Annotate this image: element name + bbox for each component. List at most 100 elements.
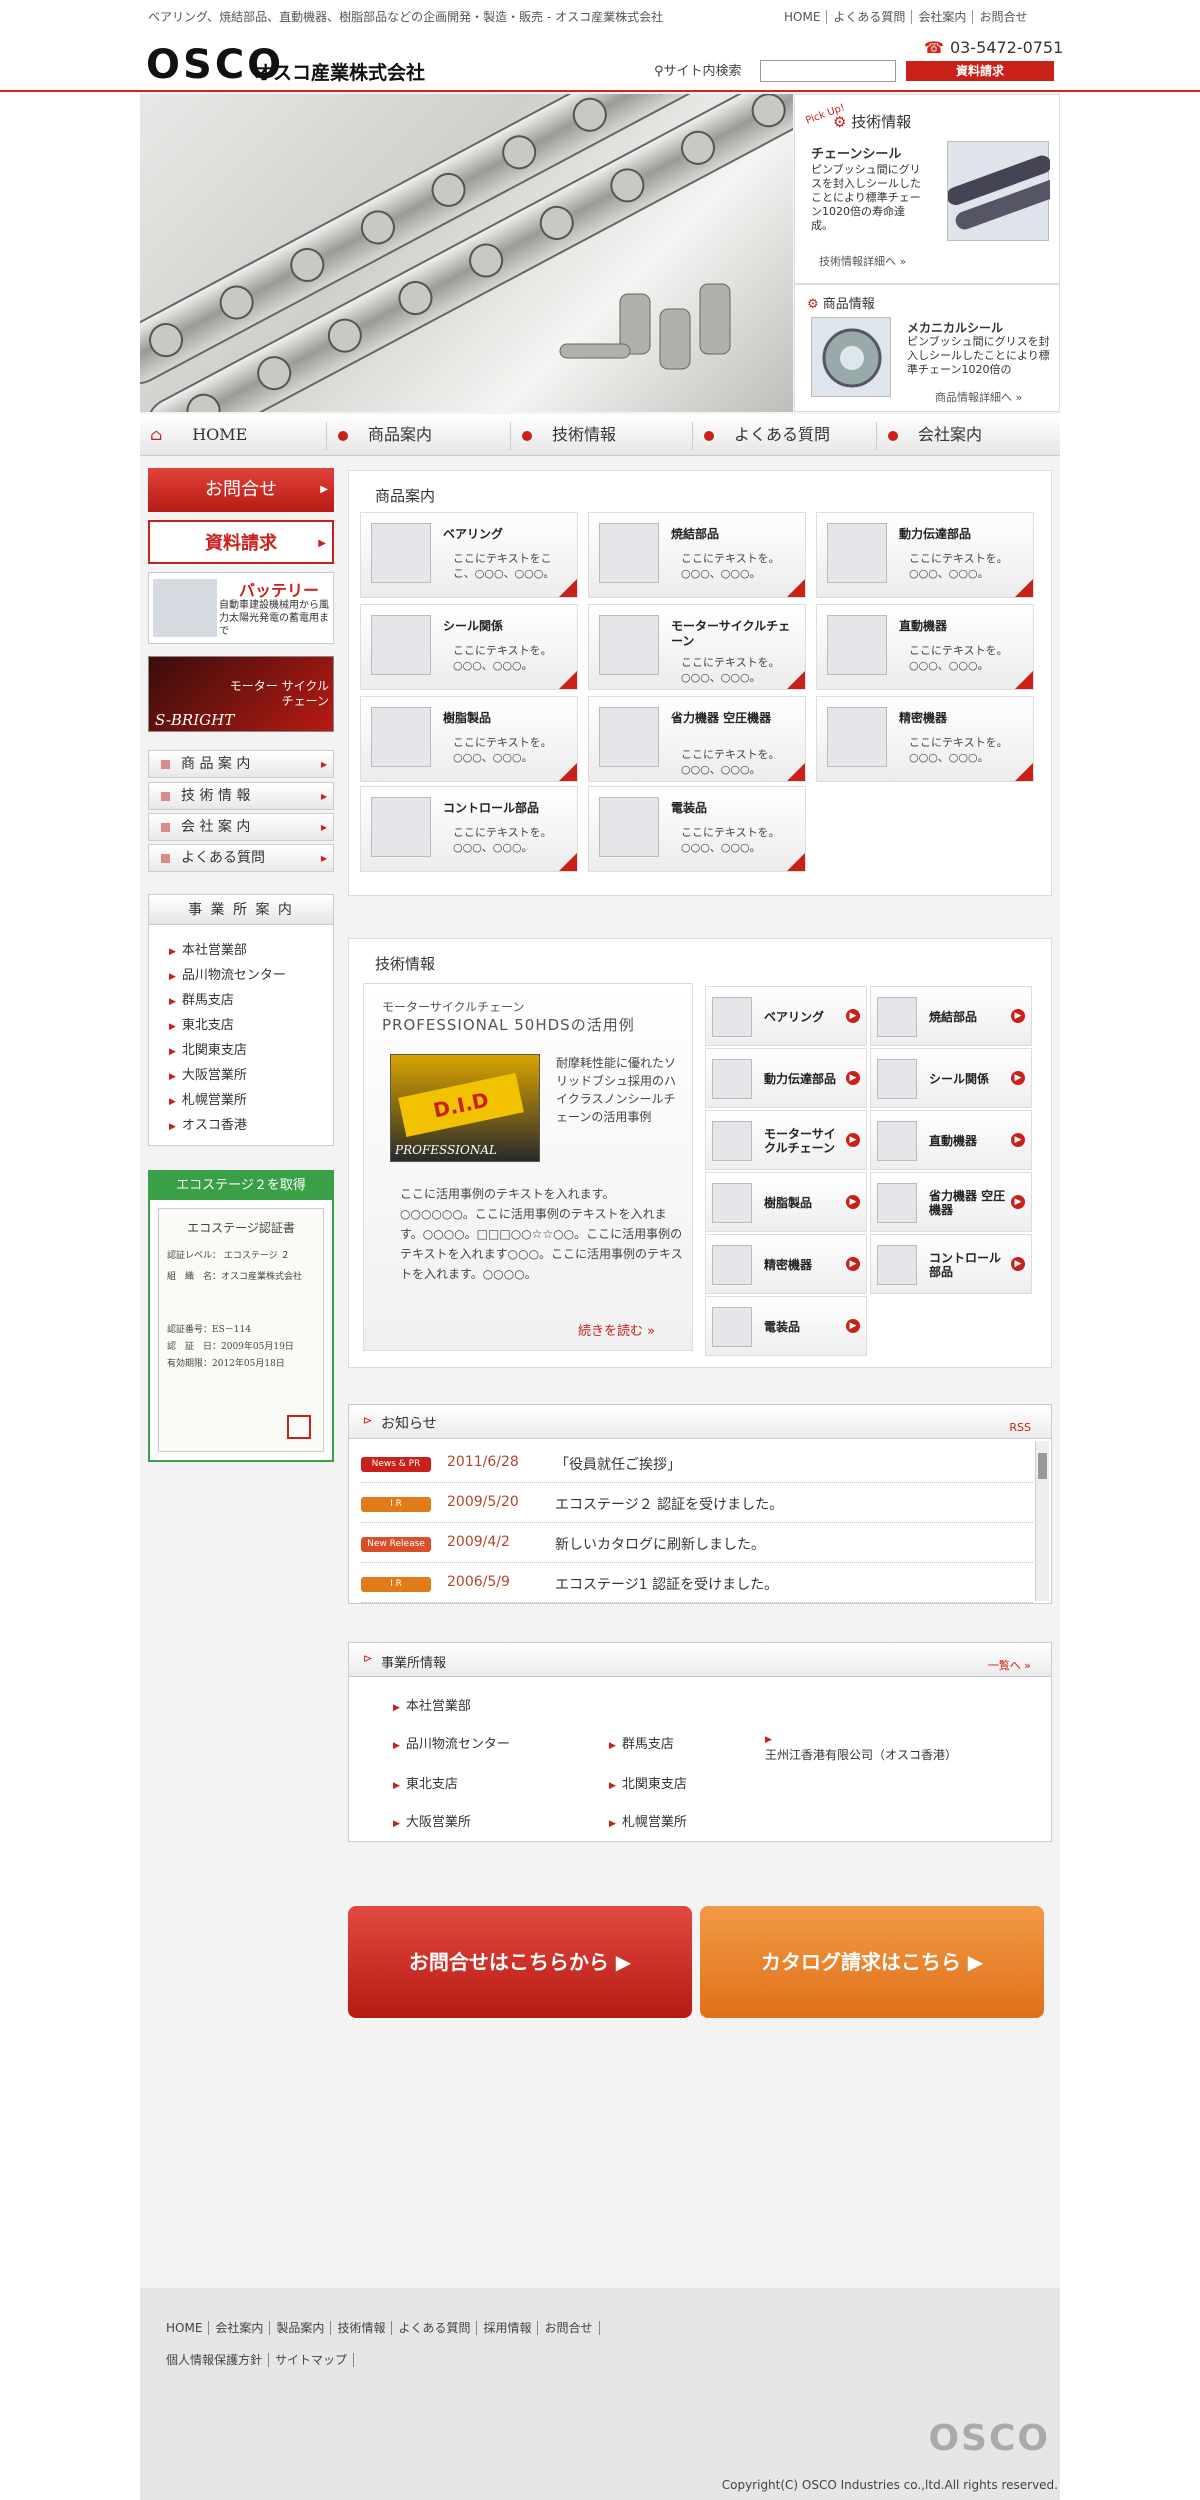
sidebar-contact-button[interactable]: お問合せ ▶ — [148, 468, 334, 512]
news-text[interactable]: 新しいカタログに刷新しました。 — [555, 1534, 765, 1554]
tech-thumbnail — [712, 1059, 752, 1099]
sidebar-office-link[interactable]: 大阪営業所 — [169, 1064, 247, 1083]
sidebar-office-link[interactable]: 北関東支店 — [169, 1039, 247, 1058]
sbright-chain-banner[interactable]: モーター サイクルチェーン S-BRIGHT — [148, 656, 334, 732]
product-tile[interactable]: コントロール部品 ここにテキストを。○○○、○○○。 — [360, 786, 578, 872]
tech-tile[interactable]: 精密機器 ▶ — [705, 1234, 867, 1294]
sidebar-office-link[interactable]: オスコ香港 — [169, 1114, 247, 1133]
tech-feature-sub: モーターサイクルチェーン — [382, 1000, 525, 1014]
mechanical-seal-icon — [822, 328, 882, 388]
sidebar-office-link[interactable]: 品川物流センター — [169, 964, 286, 983]
news-scrollbar[interactable] — [1035, 1441, 1049, 1601]
tech-tile[interactable]: 動力伝達部品 ▶ — [705, 1048, 867, 1108]
nav-tech[interactable]: 技術情報 — [522, 414, 616, 456]
tech-tile[interactable]: 省力機器 空圧機器 ▶ — [870, 1172, 1032, 1232]
news-row[interactable]: News & PR 2011/6/28 「役員就任ご挨拶」 — [361, 1445, 1033, 1483]
news-row[interactable]: I R 2006/5/9 エコステージ1 認証を受けました。 — [361, 1565, 1033, 1603]
sidebar-menu-products[interactable]: 商 品 案 内 — [148, 750, 334, 778]
office-link[interactable]: 本社営業部 — [393, 1695, 471, 1714]
news-date: 2011/6/28 — [447, 1454, 519, 1470]
tech-tile[interactable]: シール関係 ▶ — [870, 1048, 1032, 1108]
read-more-link[interactable]: 続きを読む » — [578, 1320, 655, 1339]
top-link-company[interactable]: 会社案内 — [912, 10, 974, 24]
rss-link[interactable]: RSS — [1009, 1421, 1031, 1434]
sidebar-office-link[interactable]: 群馬支店 — [169, 989, 234, 1008]
footer-link[interactable]: よくある質問 — [392, 2321, 478, 2335]
footer-link[interactable]: 技術情報 — [331, 2321, 393, 2335]
pickup-product-link[interactable]: 商品情報詳細へ » — [935, 389, 1022, 405]
sidebar-menu-faq[interactable]: よくある質問 — [148, 844, 334, 872]
search-input[interactable] — [760, 60, 896, 82]
sidebar-menu-tech[interactable]: 技 術 情 報 — [148, 782, 334, 810]
arrow-right-icon: ▶ — [846, 1195, 860, 1209]
tech-tile[interactable]: ベアリング ▶ — [705, 986, 867, 1046]
pickup-product-title: ⚙ 商品情報 — [807, 293, 875, 312]
catalog-cta-button[interactable]: カタログ請求はこちら ▶ — [700, 1906, 1044, 2018]
office-link[interactable]: 群馬支店 — [609, 1733, 674, 1752]
sidebar-request-button[interactable]: 資料請求 ▶ — [148, 520, 334, 564]
top-link-contact[interactable]: お問合せ — [973, 10, 1033, 24]
office-link[interactable]: 品川物流センター — [393, 1733, 510, 1752]
tech-tile[interactable]: 電装品 ▶ — [705, 1296, 867, 1356]
office-link[interactable]: 東北支店 — [393, 1773, 458, 1792]
tech-thumbnail — [712, 1121, 752, 1161]
sidebar-menu-company[interactable]: 会 社 案 内 — [148, 813, 334, 841]
office-link[interactable]: 王州江香港有限公司（オスコ香港） — [765, 1731, 965, 1763]
product-tile[interactable]: シール関係 ここにテキストを。○○○、○○○。 — [360, 604, 578, 690]
product-tile[interactable]: ベアリング ここにテキストをここ、○○○、○○○。 — [360, 512, 578, 598]
nav-faq[interactable]: よくある質問 — [704, 414, 830, 456]
cert-expiry: 有効期限：2012年05月18日 — [167, 1359, 285, 1369]
product-tile[interactable]: モーターサイクルチェーン ここにテキストを。○○○、○○○。 — [588, 604, 806, 690]
product-tile[interactable]: 動力伝達部品 ここにテキストを。○○○、○○○。 — [816, 512, 1034, 598]
tech-tile[interactable]: 焼結部品 ▶ — [870, 986, 1032, 1046]
battery-banner[interactable]: バッテリー 自動車建設機械用から風力太陽光発電の蓄電用まで — [148, 572, 334, 644]
ecostage-banner[interactable]: エコステージ２を取得 エコステージ認証書 認証レベル： エコステージ ２ 組 織… — [148, 1170, 334, 1462]
product-name: シール関係 — [443, 619, 504, 633]
footer-link[interactable]: お問合せ — [538, 2321, 600, 2335]
bullet-icon — [704, 430, 714, 441]
top-link-faq[interactable]: よくある質問 — [827, 10, 913, 24]
tech-tile[interactable]: 樹脂製品 ▶ — [705, 1172, 867, 1232]
product-tile[interactable]: 焼結部品 ここにテキストを。○○○、○○○。 — [588, 512, 806, 598]
sidebar-office-link[interactable]: 本社営業部 — [169, 939, 247, 958]
tech-tile[interactable]: モーターサイクルチェーン ▶ — [705, 1110, 867, 1170]
news-text[interactable]: エコステージ1 認証を受けました。 — [555, 1574, 778, 1594]
office-link[interactable]: 札幌営業所 — [609, 1811, 687, 1830]
office-link[interactable]: 大阪営業所 — [393, 1811, 471, 1830]
top-link-home[interactable]: HOME — [778, 10, 828, 24]
office-link[interactable]: 北関東支店 — [609, 1773, 687, 1792]
news-text[interactable]: 「役員就任ご挨拶」 — [555, 1454, 681, 1474]
product-tile[interactable]: 精密機器 ここにテキストを。○○○、○○○。 — [816, 696, 1034, 782]
product-tile[interactable]: 電装品 ここにテキストを。○○○、○○○。 — [588, 786, 806, 872]
nav-products[interactable]: 商品案内 — [338, 414, 432, 456]
tech-tile[interactable]: コントロール部品 ▶ — [870, 1234, 1032, 1294]
footer-link[interactable]: 会社案内 — [209, 2321, 271, 2335]
search-label-text: サイト内検索 — [663, 64, 742, 79]
news-text[interactable]: エコステージ２ 認証を受けました。 — [555, 1494, 783, 1514]
request-docs-button[interactable]: 資料請求 — [906, 61, 1054, 81]
arrow-right-icon: ▶ — [1011, 1133, 1025, 1147]
battery-title: バッテリー — [239, 581, 320, 600]
news-row[interactable]: New Release 2009/4/2 新しいカタログに刷新しました。 — [361, 1525, 1033, 1563]
contact-cta-button[interactable]: お問合せはこちらから ▶ — [348, 1906, 692, 2018]
cert-number: 認証番号：ES－114 — [167, 1325, 251, 1335]
nav-company[interactable]: 会社案内 — [888, 414, 982, 456]
product-tile[interactable]: 樹脂製品 ここにテキストを。○○○、○○○。 — [360, 696, 578, 782]
tech-tile[interactable]: 直動機器 ▶ — [870, 1110, 1032, 1170]
footer-link[interactable]: 採用情報 — [477, 2321, 539, 2335]
news-row[interactable]: I R 2009/5/20 エコステージ２ 認証を受けました。 — [361, 1485, 1033, 1523]
office-list-link[interactable]: 一覧へ » — [988, 1657, 1031, 1673]
sidebar-request-label: 資料請求 — [205, 533, 277, 554]
product-tile[interactable]: 直動機器 ここにテキストを。○○○、○○○。 — [816, 604, 1034, 690]
footer-link[interactable]: HOME — [160, 2321, 210, 2335]
sidebar-office-link[interactable]: 東北支店 — [169, 1014, 234, 1033]
pickup-tech-link[interactable]: 技術情報詳細へ » — [819, 253, 906, 269]
sidebar-office-link[interactable]: 札幌営業所 — [169, 1089, 247, 1108]
footer-link[interactable]: 個人情報保護方針 — [160, 2353, 270, 2367]
scrollbar-thumb[interactable] — [1038, 1453, 1047, 1479]
nav-home[interactable]: ⌂ HOME — [150, 414, 247, 456]
product-tile[interactable]: 省力機器 空圧機器 ここにテキストを。○○○、○○○。 — [588, 696, 806, 782]
footer-link[interactable]: サイトマップ — [269, 2353, 355, 2367]
news-header: ⊳ お知らせ RSS — [349, 1405, 1051, 1439]
footer-link[interactable]: 製品案内 — [270, 2321, 332, 2335]
